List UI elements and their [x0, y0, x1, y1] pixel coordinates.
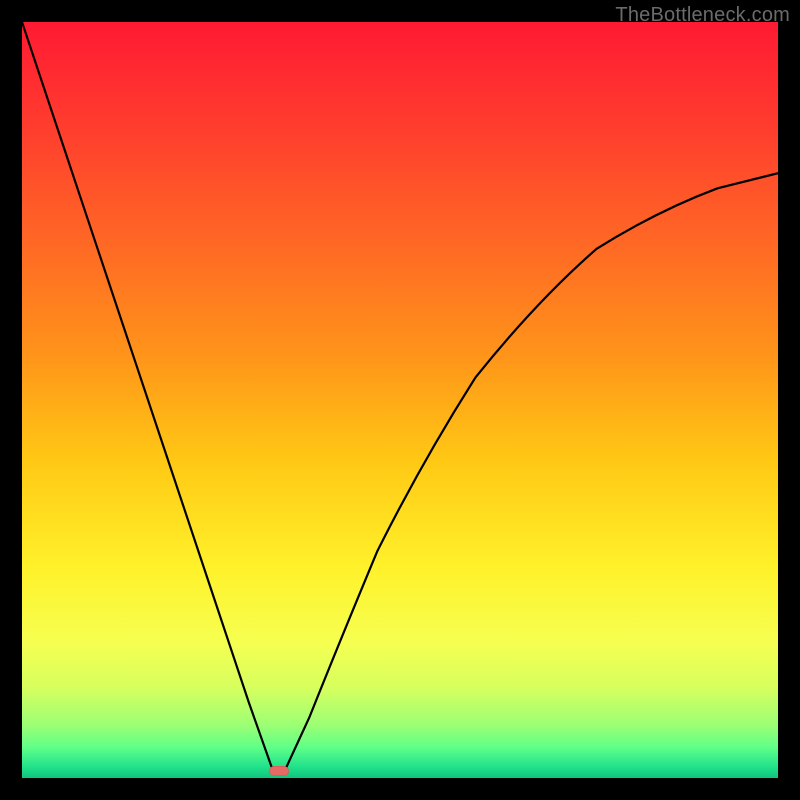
chart-frame: TheBottleneck.com [0, 0, 800, 800]
watermark-text: TheBottleneck.com [615, 4, 790, 27]
chart-plot-area [22, 22, 778, 778]
bottleneck-marker [269, 766, 289, 776]
bottleneck-curve [22, 22, 778, 778]
curve-path [22, 22, 778, 770]
